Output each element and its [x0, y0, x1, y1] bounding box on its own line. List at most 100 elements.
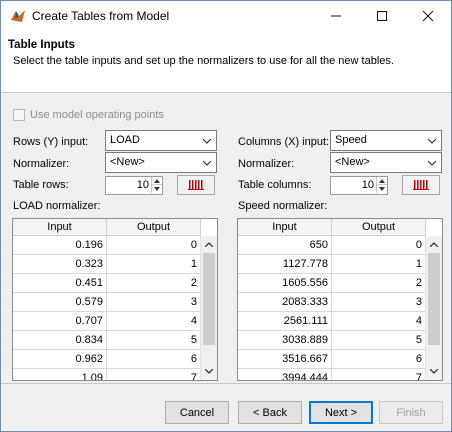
output-cell[interactable]: 5 [107, 331, 201, 350]
scroll-down-icon[interactable] [426, 363, 442, 380]
rows-count-value: 10 [136, 179, 149, 191]
next-button[interactable]: Next > [309, 401, 373, 424]
table-row[interactable]: 2561.111 4 [238, 312, 426, 331]
table-body: 650 0 1127.778 1 1605.556 2 2083.333 3 2561.111 4… [238, 236, 426, 380]
scrollbar-thumb[interactable] [428, 253, 440, 345]
scroll-down-icon[interactable] [201, 363, 217, 380]
column-header[interactable]: Input [13, 219, 107, 236]
spin-down-icon[interactable] [376, 185, 387, 193]
cancel-button[interactable]: Cancel [165, 401, 229, 424]
input-cell[interactable]: 650 [238, 236, 332, 255]
table-row[interactable]: 0.579 3 [13, 293, 201, 312]
rows-table-label: LOAD normalizer: [13, 200, 101, 212]
cols-normalizer-select[interactable]: <New> [330, 152, 442, 173]
output-cell[interactable]: 2 [332, 274, 426, 293]
table-row[interactable]: 2083.333 3 [238, 293, 426, 312]
rows-normalizer-table[interactable]: Input Output 0.196 0 0.323 1 0.451 2 0.579 3 0.7… [12, 218, 218, 381]
input-cell[interactable]: 1127.778 [238, 255, 332, 274]
input-cell[interactable]: 3038.889 [238, 331, 332, 350]
output-cell[interactable]: 0 [332, 236, 426, 255]
chevron-down-icon [198, 153, 216, 172]
output-cell[interactable]: 2 [107, 274, 201, 293]
finish-button[interactable]: Finish [379, 401, 443, 424]
back-button[interactable]: < Back [238, 401, 302, 424]
table-row[interactable]: 1.09 7 [13, 369, 201, 380]
output-cell[interactable]: 3 [107, 293, 201, 312]
table-row[interactable]: 0.962 6 [13, 350, 201, 369]
chevron-down-icon [423, 131, 441, 150]
input-cell[interactable]: 0.323 [13, 255, 107, 274]
output-cell[interactable]: 7 [107, 369, 201, 380]
cols-count-spinner[interactable]: 10 [330, 176, 388, 195]
scrollbar-thumb[interactable] [203, 253, 215, 345]
table-row[interactable]: 0.196 0 [13, 236, 201, 255]
edit-table-icon [188, 178, 204, 193]
column-header[interactable]: Input [238, 219, 332, 236]
rows-input-select[interactable]: LOAD [105, 130, 217, 151]
output-cell[interactable]: 7 [332, 369, 426, 380]
table-row[interactable]: 0.707 4 [13, 312, 201, 331]
cols-table-label: Speed normalizer: [238, 200, 328, 212]
table-row[interactable]: 1127.778 1 [238, 255, 426, 274]
spin-up-icon[interactable] [151, 177, 162, 185]
table-row[interactable]: 0.451 2 [13, 274, 201, 293]
table-row[interactable]: 0.834 5 [13, 331, 201, 350]
maximize-icon [377, 8, 387, 24]
table-row[interactable]: 3516.667 6 [238, 350, 426, 369]
rows-count-spinner[interactable]: 10 [105, 176, 163, 195]
input-cell[interactable]: 0.834 [13, 331, 107, 350]
output-cell[interactable]: 4 [332, 312, 426, 331]
cols-normalizer-table[interactable]: Input Output 650 0 1127.778 1 1605.556 2 2083.… [237, 218, 443, 381]
cols-input-select[interactable]: Speed [330, 130, 442, 151]
app-icon [10, 8, 26, 24]
table-row[interactable]: 650 0 [238, 236, 426, 255]
chevron-down-icon [198, 131, 216, 150]
rows-normalizer-label: Normalizer: [13, 158, 70, 170]
operating-points-checkbox[interactable]: Use model operating points [13, 109, 164, 121]
input-cell[interactable]: 1605.556 [238, 274, 332, 293]
output-cell[interactable]: 0 [107, 236, 201, 255]
output-cell[interactable]: 3 [332, 293, 426, 312]
input-cell[interactable]: 1.09 [13, 369, 107, 380]
input-cell[interactable]: 3994.444 [238, 369, 332, 380]
input-cell[interactable]: 2083.333 [238, 293, 332, 312]
output-cell[interactable]: 5 [332, 331, 426, 350]
table-row[interactable]: 3994.444 7 [238, 369, 426, 380]
rows-input-label: Rows (Y) input: [13, 136, 89, 148]
input-cell[interactable]: 2561.111 [238, 312, 332, 331]
vertical-scrollbar[interactable] [200, 236, 217, 380]
checkbox-box[interactable] [13, 109, 25, 121]
scroll-up-icon[interactable] [426, 236, 442, 253]
minimize-button[interactable] [313, 1, 359, 31]
input-cell[interactable]: 0.579 [13, 293, 107, 312]
spin-up-icon[interactable] [376, 177, 387, 185]
table-row[interactable]: 0.323 1 [13, 255, 201, 274]
rows-normalizer-select[interactable]: <New> [105, 152, 217, 173]
table-row[interactable]: 1605.556 2 [238, 274, 426, 293]
header-banner: Table Inputs Select the table inputs and… [1, 31, 451, 93]
cols-edit-normalizer-button[interactable] [402, 175, 440, 195]
rows-edit-normalizer-button[interactable] [177, 175, 215, 195]
maximize-button[interactable] [359, 1, 405, 31]
input-cell[interactable]: 3516.667 [238, 350, 332, 369]
input-cell[interactable]: 0.962 [13, 350, 107, 369]
output-cell[interactable]: 1 [332, 255, 426, 274]
chevron-down-icon [423, 153, 441, 172]
output-cell[interactable]: 6 [107, 350, 201, 369]
output-cell[interactable]: 1 [107, 255, 201, 274]
cols-normalizer-label: Normalizer: [238, 158, 295, 170]
output-cell[interactable]: 4 [107, 312, 201, 331]
spin-down-icon[interactable] [151, 185, 162, 193]
scroll-up-icon[interactable] [201, 236, 217, 253]
input-cell[interactable]: 0.196 [13, 236, 107, 255]
input-cell[interactable]: 0.707 [13, 312, 107, 331]
page-title: Table Inputs [8, 39, 75, 51]
column-header[interactable]: Output [332, 219, 426, 236]
column-header[interactable]: Output [107, 219, 201, 236]
output-cell[interactable]: 6 [332, 350, 426, 369]
vertical-scrollbar[interactable] [425, 236, 442, 380]
operating-points-label: Use model operating points [30, 109, 164, 121]
input-cell[interactable]: 0.451 [13, 274, 107, 293]
table-row[interactable]: 3038.889 5 [238, 331, 426, 350]
close-button[interactable] [405, 1, 451, 31]
